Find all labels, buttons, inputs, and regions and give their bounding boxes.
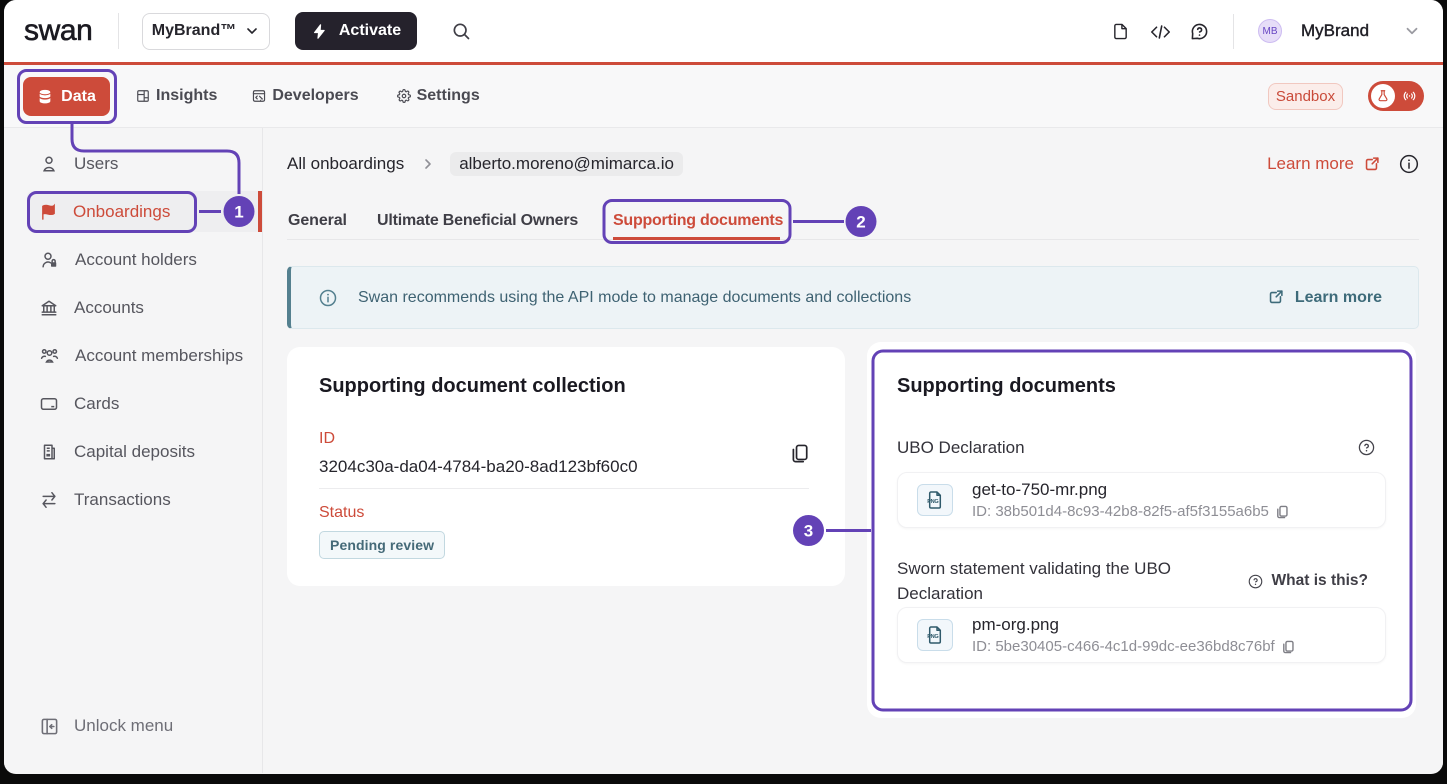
svg-text:PNG: PNG — [927, 634, 938, 640]
svg-text:PNG: PNG — [927, 499, 938, 505]
